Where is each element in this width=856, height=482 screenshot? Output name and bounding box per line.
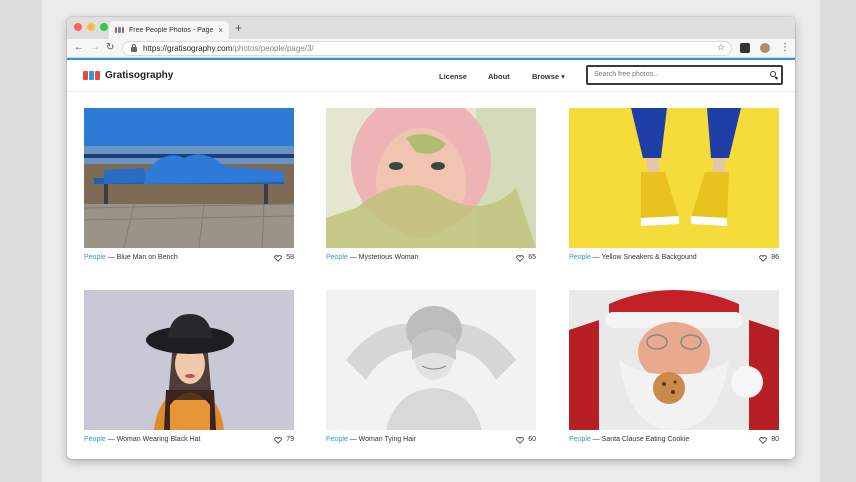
browser-tab-active[interactable]: Free People Photos - Page 3 o × bbox=[109, 21, 229, 39]
like-count: 65 bbox=[528, 254, 536, 261]
photo-caption: People — Blue Man on Bench 58 bbox=[84, 253, 294, 263]
nav-about[interactable]: About bbox=[488, 72, 510, 81]
category-link[interactable]: People bbox=[326, 254, 348, 261]
arrow-left-icon[interactable]: ← bbox=[74, 42, 84, 54]
heart-icon bbox=[516, 254, 524, 262]
reload-icon[interactable]: ↻ bbox=[106, 42, 114, 54]
minimize-window-button[interactable] bbox=[87, 23, 95, 31]
photo-title[interactable]: — Woman Tying Hair bbox=[348, 436, 416, 443]
like-counter[interactable]: 65 bbox=[516, 253, 536, 263]
photo-card[interactable]: People — Santa Clause Eating Cookie 80 bbox=[569, 290, 779, 444]
like-count: 80 bbox=[771, 436, 779, 443]
category-link[interactable]: People bbox=[569, 436, 591, 443]
photo-caption: People — Woman Wearing Black Hat 79 bbox=[84, 435, 294, 445]
like-counter[interactable]: 80 bbox=[759, 435, 779, 445]
photo-caption: People — Yellow Sneakers & Backgound 86 bbox=[569, 253, 779, 263]
site-header: Gratisography License About Browse ▾ Sea… bbox=[67, 60, 795, 92]
photo-blue-man-bench[interactable] bbox=[83, 108, 295, 249]
url-path: /photos/people/page/3/ bbox=[232, 44, 314, 53]
site-logo[interactable]: Gratisography bbox=[83, 70, 173, 81]
photo-card[interactable]: People — Yellow Sneakers & Backgound 86 bbox=[569, 108, 779, 262]
category-link[interactable]: People bbox=[84, 254, 106, 261]
heart-icon bbox=[516, 436, 524, 444]
like-count: 60 bbox=[528, 436, 536, 443]
browser-toolbar: ← → ↻ https://gratisography.com/photos/p… bbox=[67, 39, 795, 58]
photo-santa-cookie[interactable] bbox=[569, 290, 779, 430]
category-link[interactable]: People bbox=[84, 436, 106, 443]
tab-close-icon[interactable]: × bbox=[218, 26, 223, 35]
favicon-icon bbox=[115, 27, 124, 33]
heart-icon bbox=[274, 254, 282, 262]
window-controls bbox=[74, 23, 108, 31]
photo-card[interactable]: People — Mysterious Woman 65 bbox=[326, 93, 536, 262]
like-counter[interactable]: 79 bbox=[274, 435, 294, 445]
close-window-button[interactable] bbox=[74, 23, 82, 31]
tab-strip: Free People Photos - Page 3 o × + bbox=[67, 17, 795, 39]
lock-icon bbox=[131, 44, 137, 52]
category-link[interactable]: People bbox=[569, 254, 591, 261]
photo-card[interactable]: People — Blue Man on Bench 58 bbox=[83, 108, 295, 262]
profile-avatar[interactable] bbox=[760, 43, 770, 53]
photo-card[interactable]: People — Woman Tying Hair 60 bbox=[326, 290, 536, 444]
photo-title[interactable]: — Woman Wearing Black Hat bbox=[106, 436, 201, 443]
extension-icon[interactable] bbox=[740, 43, 750, 53]
url-host: https://gratisography.com bbox=[143, 44, 233, 53]
logo-mark-icon bbox=[83, 71, 100, 80]
like-count: 79 bbox=[286, 436, 294, 443]
like-counter[interactable]: 60 bbox=[516, 435, 536, 445]
search-placeholder: Search free photos... bbox=[594, 71, 659, 78]
photo-card[interactable]: People — Woman Wearing Black Hat 79 bbox=[84, 290, 294, 444]
heart-icon bbox=[274, 436, 282, 444]
photo-title[interactable]: — Yellow Sneakers & Backgound bbox=[591, 254, 697, 261]
new-tab-button[interactable]: + bbox=[235, 21, 242, 35]
category-link[interactable]: People bbox=[326, 436, 348, 443]
photo-title[interactable]: — Santa Clause Eating Cookie bbox=[591, 436, 690, 443]
browser-window: Free People Photos - Page 3 o × + ← → ↻ … bbox=[67, 17, 795, 459]
browser-menu-icon[interactable]: ⋮ bbox=[780, 41, 790, 55]
arrow-right-icon[interactable]: → bbox=[90, 42, 100, 54]
photo-title[interactable]: — Blue Man on Bench bbox=[106, 254, 178, 261]
like-count: 86 bbox=[771, 254, 779, 261]
heart-icon bbox=[759, 254, 767, 262]
photo-title[interactable]: — Mysterious Woman bbox=[348, 254, 419, 261]
star-icon[interactable]: ☆ bbox=[717, 42, 725, 53]
photo-caption: People — Mysterious Woman 65 bbox=[326, 253, 536, 263]
search-icon[interactable] bbox=[770, 71, 776, 77]
photo-woman-black-hat[interactable] bbox=[84, 290, 294, 430]
nav-browse[interactable]: Browse ▾ bbox=[532, 72, 565, 81]
photo-woman-tying-hair[interactable] bbox=[326, 290, 536, 430]
logo-text: Gratisography bbox=[105, 70, 174, 81]
like-counter[interactable]: 58 bbox=[274, 253, 294, 263]
heart-icon bbox=[759, 436, 767, 444]
address-bar[interactable]: https://gratisography.com/photos/people/… bbox=[122, 41, 732, 56]
photo-caption: People — Woman Tying Hair 60 bbox=[326, 435, 536, 445]
nav-license[interactable]: License bbox=[439, 72, 467, 81]
maximize-window-button[interactable] bbox=[100, 23, 108, 31]
photo-mysterious-woman[interactable] bbox=[326, 93, 536, 248]
like-count: 58 bbox=[286, 254, 294, 261]
like-counter[interactable]: 86 bbox=[759, 253, 779, 263]
photo-caption: People — Santa Clause Eating Cookie 80 bbox=[569, 435, 779, 445]
tab-title: Free People Photos - Page 3 o bbox=[129, 26, 214, 34]
search-input[interactable]: Search free photos... bbox=[586, 65, 783, 85]
photo-yellow-sneakers[interactable] bbox=[569, 108, 779, 248]
